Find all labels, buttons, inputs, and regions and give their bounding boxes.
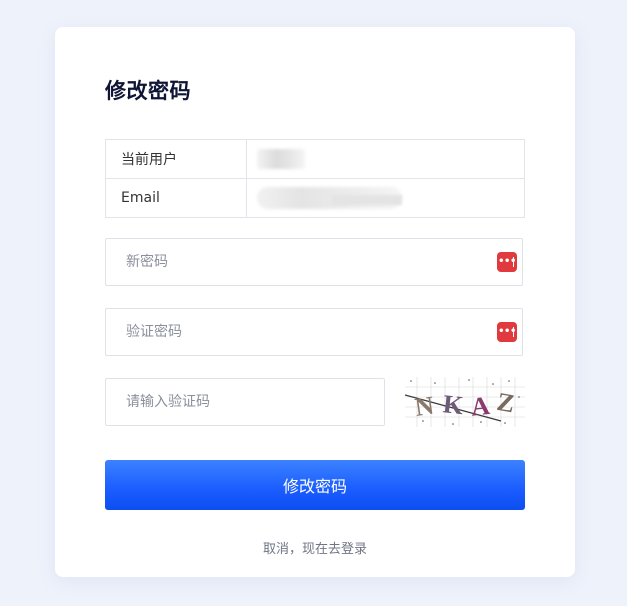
current-user-label: 当前用户 xyxy=(106,140,247,178)
redacted-email-part xyxy=(332,195,402,205)
new-password-input[interactable] xyxy=(106,239,522,285)
change-password-card: 修改密码 当前用户 Email ••• ••• 请输入验证码 N K A Z 修… xyxy=(55,27,575,577)
captcha-input[interactable] xyxy=(106,379,384,425)
current-user-row: 当前用户 xyxy=(106,140,524,178)
captcha-char-2: K xyxy=(442,389,466,420)
confirm-password-input[interactable] xyxy=(106,309,522,355)
email-row: Email xyxy=(106,178,524,217)
new-password-field[interactable]: ••• xyxy=(105,238,523,286)
page-title: 修改密码 xyxy=(105,79,191,103)
email-label: Email xyxy=(106,179,247,217)
captcha-image[interactable]: N K A Z xyxy=(404,377,525,427)
redacted-username xyxy=(257,149,305,169)
submit-change-password-button[interactable]: 修改密码 xyxy=(105,460,525,510)
user-info-table: 当前用户 Email xyxy=(105,139,525,218)
cancel-go-to-login-link[interactable]: 取消，现在去登录 xyxy=(55,538,575,557)
password-manager-key-icon[interactable]: ••• xyxy=(497,252,517,272)
captcha-char-3: A xyxy=(469,391,491,422)
confirm-password-field[interactable]: ••• xyxy=(105,308,523,356)
captcha-svg: N K A Z xyxy=(404,377,525,427)
captcha-field[interactable] xyxy=(105,378,385,426)
email-value xyxy=(247,179,524,217)
current-user-value xyxy=(247,140,524,178)
password-manager-key-icon[interactable]: ••• xyxy=(497,322,517,342)
